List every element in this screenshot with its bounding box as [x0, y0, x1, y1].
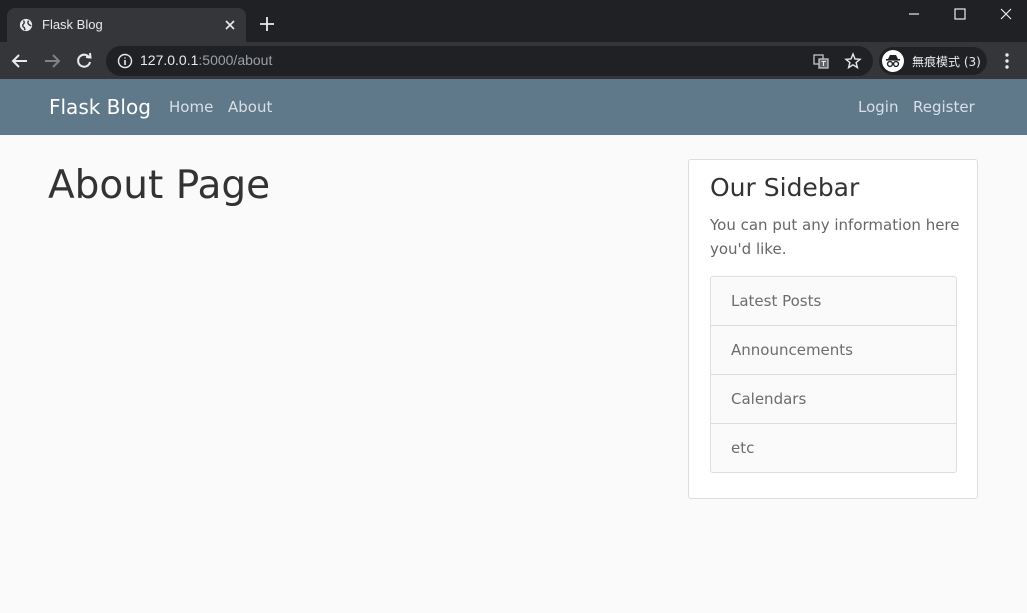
sidebar-item-etc[interactable]: etc [711, 423, 956, 472]
browser-toolbar: 127.0.0.1:5000/about 無痕模式 (3) [0, 42, 1027, 79]
nav-link-about[interactable]: About [228, 98, 272, 116]
maximize-icon[interactable] [952, 6, 968, 22]
reload-icon[interactable] [74, 51, 94, 71]
tab-title: Flask Blog [42, 17, 103, 32]
window-close-icon[interactable] [998, 6, 1014, 22]
brand-link[interactable]: Flask Blog [49, 95, 151, 119]
more-vertical-icon[interactable] [999, 51, 1015, 71]
nav-link-login[interactable]: Login [858, 98, 898, 116]
close-icon[interactable] [222, 17, 238, 33]
incognito-label: 無痕模式 (3) [912, 55, 981, 69]
sidebar-item-announcements[interactable]: Announcements [711, 325, 956, 374]
star-icon[interactable] [844, 52, 862, 70]
browser-titlebar: Flask Blog [0, 0, 1027, 42]
info-icon[interactable] [117, 53, 133, 69]
incognito-indicator[interactable]: 無痕模式 (3) [879, 47, 987, 75]
nav-link-home[interactable]: Home [169, 98, 213, 116]
browser-tab[interactable]: Flask Blog [7, 8, 246, 42]
sidebar-description: You can put any information here you'd l… [710, 216, 960, 258]
site-navbar: Flask Blog Home About Login Register [0, 79, 1027, 135]
url-path: :5000/about [198, 52, 273, 68]
plus-icon[interactable] [258, 15, 276, 33]
incognito-icon [882, 50, 904, 72]
url-host: 127.0.0.1 [140, 52, 199, 68]
minimize-icon[interactable] [906, 6, 922, 22]
nav-link-register[interactable]: Register [913, 98, 975, 116]
page-title: About Page [48, 163, 271, 208]
translate-icon[interactable] [812, 52, 830, 70]
sidebar-item-latest-posts[interactable]: Latest Posts [711, 277, 956, 325]
url-text[interactable]: 127.0.0.1:5000/about [140, 52, 272, 68]
sidebar-card: Our Sidebar You can put any information … [688, 159, 978, 499]
back-icon[interactable] [10, 51, 30, 71]
forward-icon[interactable] [42, 51, 62, 71]
sidebar-item-calendars[interactable]: Calendars [711, 374, 956, 423]
sidebar-list: Latest Posts Announcements Calendars etc [710, 276, 957, 473]
address-bar[interactable]: 127.0.0.1:5000/about [106, 46, 873, 76]
sidebar-title: Our Sidebar [710, 173, 860, 202]
globe-icon [19, 18, 33, 32]
